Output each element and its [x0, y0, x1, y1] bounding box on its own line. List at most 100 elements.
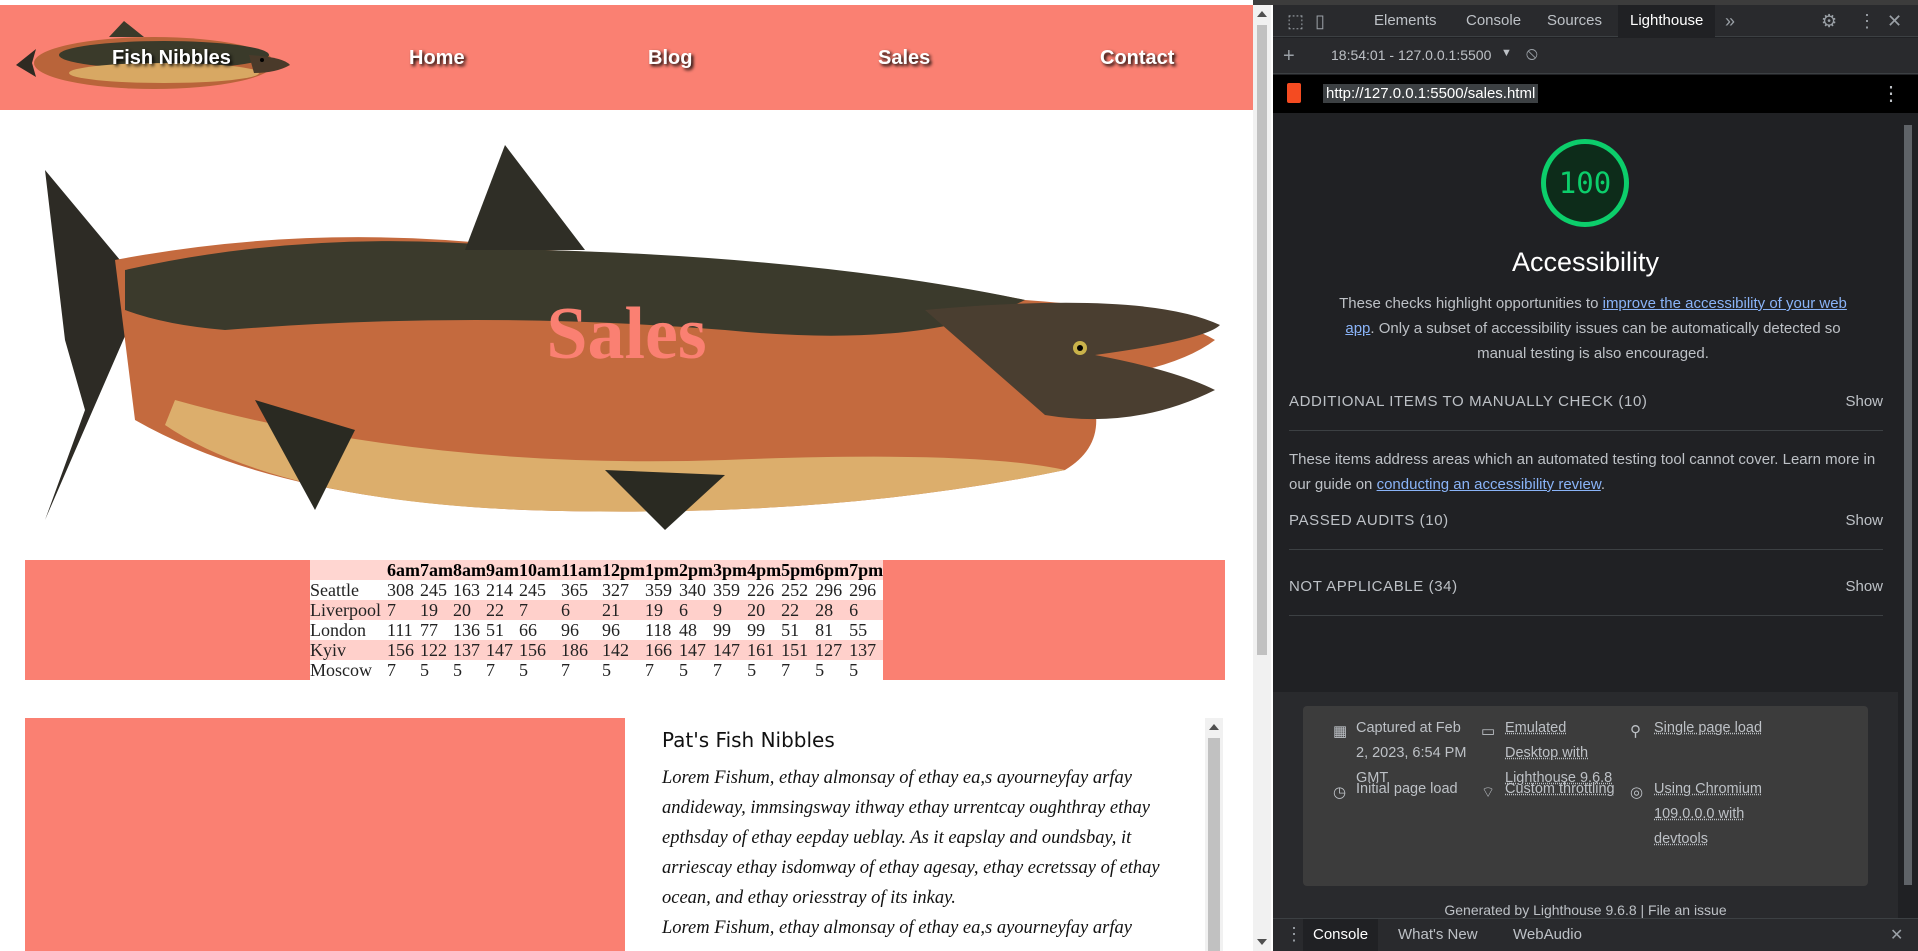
table-cell: 186 [560, 640, 588, 660]
table-cell: 99 [747, 620, 766, 640]
salmon-panel [25, 718, 625, 951]
chevron-down-icon[interactable]: ▼ [1501, 47, 1512, 59]
manual-check-note: These items address areas which an autom… [1289, 451, 1876, 493]
table-cell: 19 [419, 600, 438, 620]
table-header-cell: 7am [419, 560, 453, 580]
page-scrollbar[interactable] [1253, 5, 1271, 951]
table-row-label: Moscow [310, 660, 372, 680]
nav-link-sales[interactable]: Sales [878, 47, 930, 70]
single-page-load[interactable]: Single page load [1654, 716, 1784, 741]
section-title: PASSED AUDITS (10) [1289, 512, 1449, 529]
table-cell: 147 [485, 640, 513, 660]
close-drawer-icon[interactable]: ✕ [1890, 925, 1903, 945]
report-footer: ▦ Captured at Feb 2, 2023, 6:54 PM GMT ▭… [1273, 692, 1898, 918]
page-scrollbar-thumb[interactable] [1257, 25, 1267, 655]
table-cell: 28 [815, 600, 834, 620]
table-cell: 365 [560, 580, 588, 600]
tab-console[interactable]: Console [1466, 5, 1521, 37]
chromium-version[interactable]: Using Chromium 109.0.0.0 with devtools [1654, 777, 1779, 852]
device-toolbar-icon[interactable]: ▯ [1315, 5, 1325, 37]
table-corner-cell [310, 560, 387, 580]
table-row-label: Kyiv [310, 640, 346, 660]
table-cell: 20 [452, 600, 471, 620]
table-cell: 161 [747, 640, 775, 660]
article-paragraph: Lorem Fishum, ethay almonsay of ethay ea… [662, 768, 1160, 908]
score-value: 100 [1558, 166, 1612, 200]
table-cell: 245 [518, 580, 546, 600]
generated-by: Generated by Lighthouse 9.6.8 | File an … [1444, 902, 1727, 918]
table-row: Kyiv 156 122 137 147 156 186 142 166 147 147 161 151… [310, 640, 884, 660]
section-passed-audits[interactable]: PASSED AUDITS (10) Show [1289, 494, 1883, 550]
lighthouse-logo-icon [1287, 83, 1301, 103]
table-cell: 7 [713, 660, 723, 680]
drawer-tab-console[interactable]: Console [1303, 919, 1379, 951]
nav-brand-link[interactable]: Fish Nibbles [112, 47, 231, 70]
gear-icon[interactable]: ⚙ [1821, 5, 1837, 37]
table-cell: 6 [679, 600, 689, 620]
table-cell: 5 [518, 660, 528, 680]
kebab-menu-icon[interactable]: ⋮ [1858, 5, 1876, 37]
report-url[interactable]: http://127.0.0.1:5500/sales.html [1323, 84, 1539, 103]
drawer-menu-icon[interactable]: ⋮ [1285, 924, 1303, 945]
table-cell: 296 [815, 580, 843, 600]
nav-link-home[interactable]: Home [409, 47, 465, 70]
table-header-cell: 8am [452, 560, 486, 580]
section-not-applicable[interactable]: NOT APPLICABLE (34) Show [1289, 560, 1883, 616]
report-scrollbar[interactable] [1898, 113, 1918, 918]
show-button[interactable]: Show [1845, 512, 1883, 529]
scroll-up-arrow-icon[interactable] [1209, 724, 1219, 730]
more-tabs-icon[interactable]: » [1725, 5, 1735, 37]
table-cell: 6 [849, 600, 859, 620]
tab-sources[interactable]: Sources [1547, 5, 1602, 37]
clear-reports-icon[interactable]: ⦸ [1526, 43, 1538, 64]
show-button[interactable]: Show [1845, 578, 1883, 595]
accessibility-review-link[interactable]: conducting an accessibility review [1377, 476, 1601, 493]
table-header-cell: 6am [386, 560, 420, 580]
table-header-cell: 3pm [713, 560, 748, 580]
scroll-down-arrow-icon[interactable] [1257, 939, 1267, 945]
throttling-icon: ⌔ [1481, 784, 1496, 801]
drawer-tab-whats-new[interactable]: What's New [1398, 919, 1478, 951]
table-row: Moscow 7 5 5 7 5 7 5 7 5 7 5 7 5 5 [310, 660, 884, 680]
new-report-icon[interactable]: + [1283, 40, 1295, 72]
table-cell: 137 [849, 640, 877, 660]
tab-lighthouse[interactable]: Lighthouse [1618, 5, 1716, 37]
table-cell: 20 [747, 600, 766, 620]
category-title: Accessibility [1511, 247, 1660, 277]
table-cell: 147 [679, 640, 707, 660]
scroll-up-arrow-icon[interactable] [1257, 11, 1267, 17]
table-cell: 5 [679, 660, 689, 680]
table-cell: 5 [419, 660, 429, 680]
devtools-tabbar: ⬚ ▯ Elements Console Sources Lighthouse … [1273, 5, 1918, 37]
article-scrollbar[interactable] [1205, 718, 1223, 951]
show-button[interactable]: Show [1845, 393, 1883, 410]
article-panel: Pat's Fish Nibbles Lorem Fishum, ethay a… [640, 718, 1210, 951]
report-scrollbar-thumb[interactable] [1904, 125, 1912, 885]
tab-elements[interactable]: Elements [1374, 5, 1437, 37]
desktop-icon: ▭ [1481, 723, 1496, 740]
table-cell: 66 [518, 620, 537, 640]
drawer-tab-webaudio[interactable]: WebAudio [1513, 919, 1582, 951]
inspect-element-icon[interactable]: ⬚ [1287, 5, 1304, 37]
nav-link-blog[interactable]: Blog [648, 47, 692, 70]
section-manual-check[interactable]: ADDITIONAL ITEMS TO MANUALLY CHECK (10) … [1289, 375, 1883, 431]
report-selector[interactable]: 18:54:01 - 127.0.0.1:5500 [1331, 47, 1491, 63]
table-cell: 5 [849, 660, 859, 680]
table-cell: 6 [560, 600, 570, 620]
table-cell: 136 [452, 620, 480, 640]
table-header-cell: 1pm [645, 560, 680, 580]
table-header-cell: 2pm [679, 560, 714, 580]
table-cell: 22 [781, 600, 800, 620]
table-cell: 151 [781, 640, 809, 660]
nav-link-contact[interactable]: Contact [1100, 47, 1174, 70]
article-scrollbar-thumb[interactable] [1208, 738, 1220, 951]
table-cell: 147 [713, 640, 741, 660]
table-cell: 7 [560, 660, 570, 680]
table-header-cell: 7pm [849, 560, 884, 580]
kebab-menu-icon[interactable]: ⋮ [1881, 81, 1901, 106]
table-cell: 327 [602, 580, 629, 600]
close-icon[interactable]: ✕ [1887, 5, 1902, 37]
article-heading: Pat's Fish Nibbles [662, 728, 835, 752]
custom-throttling[interactable]: Custom throttling [1505, 777, 1620, 802]
table-header-cell: 11am [560, 560, 602, 580]
